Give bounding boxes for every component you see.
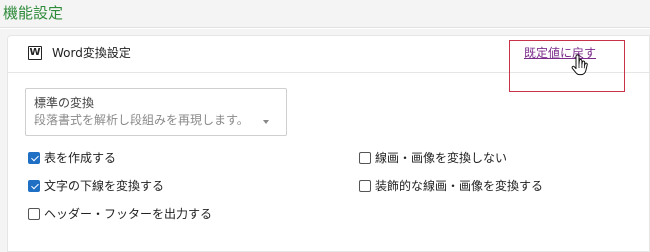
convert-decorative-drawings-checkbox[interactable] <box>359 180 371 192</box>
output-header-footer-checkbox[interactable] <box>28 208 40 220</box>
convert-underline-option[interactable]: 文字の下線を変換する <box>28 178 164 194</box>
create-table-checkbox[interactable] <box>28 152 40 164</box>
word-icon: W <box>28 46 42 60</box>
card-title: Word変換設定 <box>52 46 131 60</box>
standard-conversion-label: 標準の変換 <box>34 96 95 110</box>
highlight-annotation-box <box>509 40 625 92</box>
convert-underline-label: 文字の下線を変換する <box>44 179 165 193</box>
standard-conversion-value: 段落書式を解析し段組みを再現します。 <box>34 113 249 127</box>
no-convert-drawings-option[interactable]: 線画・画像を変換しない <box>359 150 507 166</box>
dropdown-caret-icon <box>263 120 269 124</box>
convert-decorative-drawings-label: 装飾的な線画・画像を変換する <box>375 179 544 193</box>
no-convert-drawings-checkbox[interactable] <box>359 152 371 164</box>
create-table-label: 表を作成する <box>44 151 117 165</box>
settings-header: 機能設定 <box>0 0 650 28</box>
hand-pointer-icon <box>571 54 588 76</box>
output-header-footer-option[interactable]: ヘッダー・フッターを出力する <box>28 206 212 222</box>
page-title: 機能設定 <box>3 4 64 22</box>
standard-conversion-select[interactable]: 標準の変換 段落書式を解析し段組みを再現します。 <box>25 88 287 136</box>
convert-underline-checkbox[interactable] <box>28 180 40 192</box>
output-header-footer-label: ヘッダー・フッターを出力する <box>44 207 213 221</box>
convert-decorative-drawings-option[interactable]: 装飾的な線画・画像を変換する <box>359 178 543 194</box>
no-convert-drawings-label: 線画・画像を変換しない <box>375 151 508 165</box>
create-table-option[interactable]: 表を作成する <box>28 150 116 166</box>
